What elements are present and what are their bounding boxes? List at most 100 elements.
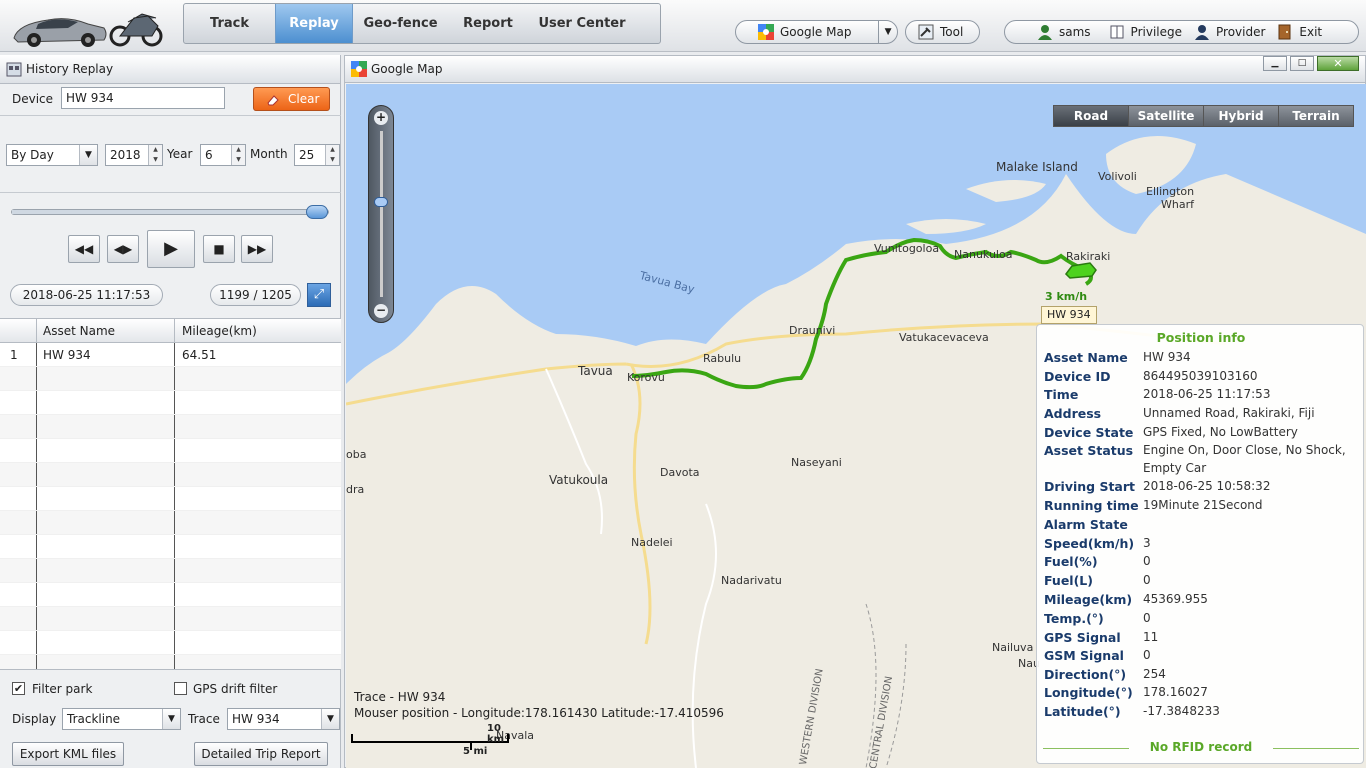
stop-icon: ■ — [213, 242, 225, 256]
maximize-button[interactable]: □ — [1290, 56, 1314, 71]
info-row: Alarm State — [1044, 517, 1364, 535]
place-label: Korovu — [627, 371, 665, 384]
zoom-track[interactable] — [380, 131, 383, 297]
play-icon: ▶ — [164, 238, 178, 259]
table-cell-empty — [37, 439, 175, 462]
info-row: GPS Signal 11 — [1044, 630, 1364, 648]
user-menu[interactable]: sams — [1031, 21, 1097, 43]
info-key: Fuel(L) — [1044, 573, 1093, 588]
map-provider-select[interactable]: Google Map ▼ — [735, 20, 898, 44]
day-value: 25 — [299, 148, 315, 162]
info-key: Asset Name — [1044, 350, 1128, 365]
info-key: Driving Start — [1044, 479, 1136, 494]
close-button[interactable]: ✕ — [1317, 56, 1359, 71]
google-maps-icon — [758, 24, 774, 40]
tab-geo-fence[interactable]: Geo-fence — [353, 4, 448, 43]
table-cell-empty — [0, 583, 37, 606]
table-row[interactable]: 1 HW 934 64.51 — [0, 343, 341, 367]
mileage-header: Mileage(km) — [182, 324, 257, 338]
info-value: 0 — [1143, 554, 1151, 568]
logo — [8, 4, 168, 48]
filter-park-checkbox[interactable]: ✔ — [12, 682, 25, 695]
mode-select[interactable]: By Day ▼ — [6, 144, 98, 166]
google-maps-icon — [351, 61, 367, 77]
replay-slider-track[interactable] — [11, 205, 329, 219]
month-stepper[interactable]: 6 ▲ ▼ — [200, 144, 246, 166]
scale-bar: 10 km 5 mi — [351, 723, 511, 757]
table-cell-empty — [0, 607, 37, 630]
day-stepper[interactable]: 25 ▲ ▼ — [294, 144, 340, 166]
plus-icon: + — [375, 110, 387, 124]
table-header: Asset Name Mileage(km) — [0, 319, 341, 343]
table-cell-empty — [0, 511, 37, 534]
minimize-button[interactable]: ▁ — [1263, 56, 1287, 71]
table-cell-empty — [175, 487, 341, 510]
play-button[interactable]: ▶ — [147, 230, 195, 268]
table-cell-empty — [175, 631, 341, 654]
spin-icon: ▲ ▼ — [325, 145, 339, 165]
table-cell-empty — [0, 463, 37, 486]
exit-button[interactable]: Exit — [1271, 21, 1328, 43]
tab-replay[interactable]: Replay — [275, 4, 353, 43]
fullscreen-button[interactable]: ⤢ — [307, 283, 331, 307]
row-asset-name: HW 934 — [37, 343, 175, 366]
info-title: Position info — [1156, 330, 1246, 345]
export-kml-button[interactable]: Export KML files — [12, 742, 124, 766]
year-label: Year — [167, 147, 193, 161]
replay-slider-thumb[interactable] — [306, 205, 328, 219]
info-key: Longitude(°) — [1044, 685, 1133, 700]
info-row: Driving Start 2018-06-25 10:58:32 — [1044, 479, 1364, 497]
asset-name-header: Asset Name — [37, 319, 175, 342]
map-type-hybrid[interactable]: Hybrid — [1203, 105, 1279, 127]
table-row-empty — [0, 559, 341, 583]
tab-track[interactable]: Track — [184, 4, 275, 43]
table-cell-empty — [175, 607, 341, 630]
info-value: 0 — [1143, 573, 1151, 587]
stop-button[interactable]: ■ — [203, 235, 235, 263]
chevron-down-icon: ▼ — [162, 709, 180, 729]
map-type-road[interactable]: Road — [1053, 105, 1129, 127]
place-label: Davota — [660, 466, 700, 479]
table-row-empty — [0, 391, 341, 415]
place-label: Tavua — [578, 364, 613, 378]
table-row-empty — [0, 367, 341, 391]
place-label: Nadelei — [631, 536, 673, 549]
tab-user-center[interactable]: User Center — [528, 4, 636, 43]
gps-drift-checkbox[interactable] — [174, 682, 187, 695]
forward-button[interactable]: ▶▶ — [241, 235, 273, 263]
display-select[interactable]: Trackline ▼ — [62, 708, 181, 730]
map-type-satellite[interactable]: Satellite — [1128, 105, 1204, 127]
info-key: Asset Status — [1044, 443, 1134, 458]
chevron-down-icon[interactable]: ▼ — [878, 21, 897, 43]
table-cell-empty — [0, 439, 37, 462]
table-cell-empty — [37, 535, 175, 558]
detailed-trip-report-button[interactable]: Detailed Trip Report — [194, 742, 328, 766]
provider-button[interactable]: Provider — [1188, 21, 1271, 43]
year-stepper[interactable]: 2018 ▲ ▼ — [105, 144, 163, 166]
zoom-thumb[interactable] — [374, 197, 388, 207]
clear-button[interactable]: Clear — [253, 87, 330, 111]
device-input[interactable]: HW 934 — [61, 87, 225, 109]
info-row: Device ID 864495039103160 — [1044, 369, 1364, 387]
table-cell-empty — [0, 559, 37, 582]
step-button[interactable]: ◀▶ — [107, 235, 139, 263]
step-icon: ◀▶ — [113, 242, 133, 256]
exit-label: Exit — [1299, 25, 1323, 39]
provider-icon — [1194, 24, 1210, 40]
zoom-out-button[interactable]: − — [374, 304, 388, 318]
username: sams — [1059, 25, 1091, 39]
rewind-button[interactable]: ◀◀ — [68, 235, 100, 263]
info-key: Direction(°) — [1044, 667, 1127, 682]
tab-report[interactable]: Report — [448, 4, 528, 43]
zoom-in-button[interactable]: + — [374, 111, 388, 125]
map-type-terrain[interactable]: Terrain — [1278, 105, 1354, 127]
info-key: Fuel(%) — [1044, 554, 1098, 569]
tool-button[interactable]: Tool — [905, 20, 980, 44]
info-row: Longitude(°) 178.16027 — [1044, 685, 1364, 703]
trace-select[interactable]: HW 934 ▼ — [227, 708, 340, 730]
privilege-button[interactable]: Privilege — [1103, 21, 1188, 43]
info-value: HW 934 — [1143, 350, 1191, 364]
vehicle-icon[interactable] — [1064, 260, 1098, 280]
info-value: Engine On, Door Close, No Shock, — [1143, 443, 1346, 457]
table-cell-empty — [0, 391, 37, 414]
